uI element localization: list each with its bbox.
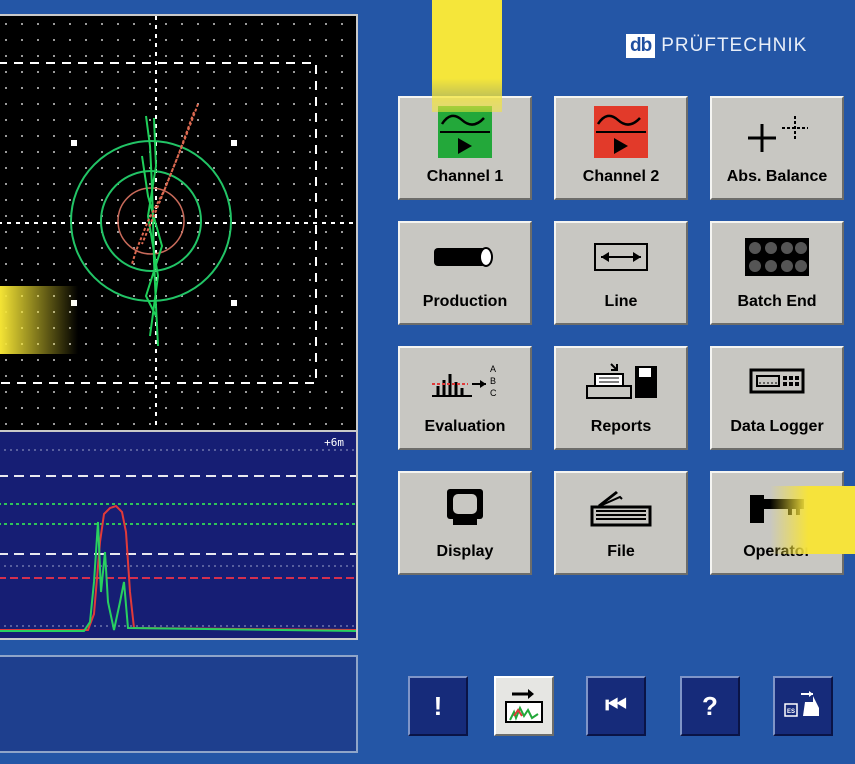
file-icon bbox=[556, 483, 686, 531]
channel-2-button[interactable]: Channel 2 bbox=[554, 96, 688, 200]
data-logger-icon bbox=[712, 358, 842, 406]
operator-icon bbox=[712, 483, 842, 531]
display-icon bbox=[400, 483, 530, 531]
svg-text:ES: ES bbox=[787, 709, 795, 715]
trace-marker: +6m bbox=[324, 436, 344, 449]
channel-1-trace bbox=[0, 521, 357, 632]
channel-1-button[interactable]: Channel 1 bbox=[398, 96, 532, 200]
reports-button[interactable]: Reports bbox=[554, 346, 688, 450]
operator-button[interactable]: Operator bbox=[710, 471, 844, 575]
abs-balance-label: Abs. Balance bbox=[726, 168, 828, 185]
channel-1-label: Channel 1 bbox=[426, 168, 504, 185]
line-icon bbox=[556, 233, 686, 281]
display-label: Display bbox=[436, 543, 494, 560]
svg-text:C: C bbox=[490, 388, 497, 398]
evaluation-button[interactable]: ABC Evaluation bbox=[398, 346, 532, 450]
svg-text:B: B bbox=[490, 376, 496, 386]
batch-end-button[interactable]: Batch End bbox=[710, 221, 844, 325]
abs-balance-button[interactable]: Abs. Balance bbox=[710, 96, 844, 200]
line-label: Line bbox=[604, 293, 638, 310]
production-icon bbox=[400, 233, 530, 281]
data-logger-label: Data Logger bbox=[730, 418, 824, 435]
evaluation-icon: ABC bbox=[400, 358, 530, 406]
file-label: File bbox=[607, 543, 635, 560]
channel-2-label: Channel 2 bbox=[582, 168, 660, 185]
batch-end-icon bbox=[712, 233, 842, 281]
back-button[interactable]: ⏮ bbox=[586, 676, 646, 736]
help-button[interactable]: ? bbox=[680, 676, 740, 736]
reports-icon bbox=[556, 358, 686, 406]
strip-chart-plot bbox=[0, 449, 357, 632]
back-icon: ⏮ bbox=[605, 692, 627, 719]
strip-chart-display: +6m bbox=[0, 432, 358, 640]
help-icon: ? bbox=[702, 690, 718, 721]
impedance-plane-display bbox=[0, 14, 358, 432]
line-button[interactable]: Line bbox=[554, 221, 688, 325]
production-label: Production bbox=[422, 293, 508, 310]
abs-balance-icon bbox=[712, 108, 842, 156]
display-button[interactable]: Display bbox=[398, 471, 532, 575]
evaluation-label: Evaluation bbox=[424, 418, 506, 435]
db-logo: db bbox=[626, 34, 656, 58]
channel-1-icon bbox=[400, 106, 530, 158]
operator-label: Operator bbox=[743, 543, 811, 560]
esc-button[interactable]: ES bbox=[773, 676, 833, 736]
svg-text:A: A bbox=[490, 364, 496, 374]
alert-button[interactable]: ! bbox=[408, 676, 468, 736]
esc-icon: ES bbox=[784, 691, 819, 717]
channel-2-icon bbox=[556, 106, 686, 158]
reports-label: Reports bbox=[590, 418, 652, 435]
message-area bbox=[0, 655, 358, 753]
batch-end-label: Batch End bbox=[737, 293, 817, 310]
export-button[interactable] bbox=[494, 676, 554, 736]
brand-logo: db PRÜFTECHNIK bbox=[626, 34, 807, 58]
impedance-plane-plot bbox=[0, 16, 356, 430]
file-button[interactable]: File bbox=[554, 471, 688, 575]
alert-icon: ! bbox=[433, 690, 443, 721]
export-icon bbox=[505, 689, 543, 723]
production-button[interactable]: Production bbox=[398, 221, 532, 325]
brand-name: PRÜFTECHNIK bbox=[661, 35, 808, 56]
data-logger-button[interactable]: Data Logger bbox=[710, 346, 844, 450]
